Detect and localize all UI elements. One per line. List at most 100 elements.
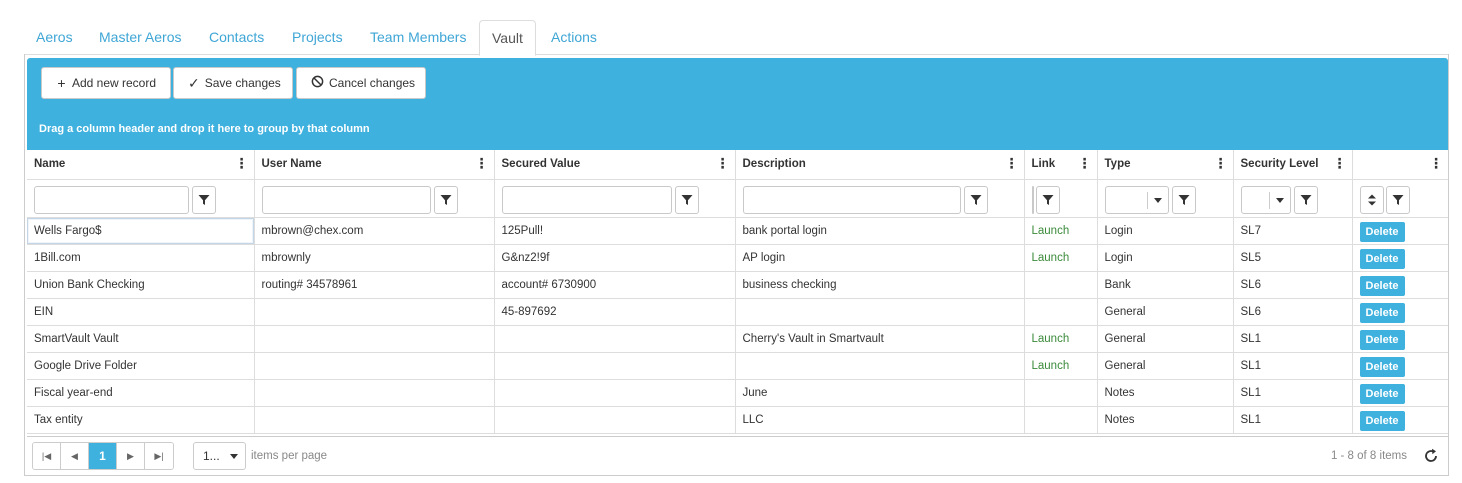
cell-description[interactable] [735,352,1025,380]
delete-button[interactable]: Delete [1359,275,1405,296]
cell-security-level[interactable]: SL1 [1233,379,1353,407]
filter-icon[interactable] [1385,185,1410,214]
tab-master-aeros[interactable]: Master Aeros [87,20,193,55]
tab-contacts[interactable]: Contacts [197,20,276,55]
column-header-type[interactable]: Type ⋮ [1097,150,1234,180]
cell-description[interactable]: bank portal login [735,217,1025,245]
cell-user-name[interactable] [254,298,495,326]
cell-secured-value[interactable] [494,325,736,353]
page-number-current[interactable]: 1 [89,443,117,469]
save-changes-button[interactable]: ✓ Save changes [173,67,293,99]
cell-user-name[interactable]: mbrownly [254,244,495,272]
column-header-actions[interactable]: ⋮ [1352,150,1448,180]
filter-icon[interactable] [1171,185,1196,214]
table-row[interactable]: Fiscal year-end June Notes SL1 Delete [27,379,1448,407]
cell-secured-value[interactable]: account# 6730900 [494,271,736,299]
cell-user-name[interactable] [254,352,495,380]
delete-button[interactable]: Delete [1359,356,1405,377]
cell-name[interactable]: Wells Fargo$ [27,217,255,245]
page-size-select[interactable]: 1... [193,442,246,470]
cell-name[interactable]: Fiscal year-end [27,379,255,407]
table-row[interactable]: 1Bill.com mbrownly G&nz2!9f AP login Launch L… [27,244,1448,272]
launch-link[interactable]: Launch [1032,225,1070,237]
delete-button[interactable]: Delete [1359,221,1405,242]
tab-actions[interactable]: Actions [539,20,609,55]
previous-page-icon[interactable]: ◀ [61,443,89,469]
cell-description[interactable]: LLC [735,406,1025,434]
cell-secured-value[interactable]: 125Pull! [494,217,736,245]
cell-security-level[interactable]: SL1 [1233,352,1353,380]
cell-security-level[interactable]: SL7 [1233,217,1353,245]
cell-secured-value[interactable]: G&nz2!9f [494,244,736,272]
cell-secured-value[interactable] [494,352,736,380]
link-filter-input[interactable] [1031,185,1034,214]
delete-button[interactable]: Delete [1359,248,1405,269]
cell-name[interactable]: SmartVault Vault [27,325,255,353]
column-menu-icon[interactable]: ⋮ [1005,156,1019,170]
delete-button[interactable]: Delete [1359,383,1405,404]
security-level-filter-select[interactable] [1240,185,1291,214]
column-header-secured-value[interactable]: Secured Value ⋮ [494,150,736,180]
column-menu-icon[interactable]: ⋮ [716,156,730,170]
filter-icon[interactable] [1035,185,1060,214]
launch-link[interactable]: Launch [1032,252,1070,264]
column-header-name[interactable]: Name ⋮ [27,150,255,180]
cell-name[interactable]: 1Bill.com [27,244,255,272]
user-name-filter-input[interactable] [261,185,431,214]
column-menu-icon[interactable]: ⋮ [1078,156,1092,170]
refresh-icon[interactable] [1422,447,1440,465]
launch-link[interactable]: Launch [1032,333,1070,345]
cell-type[interactable]: General [1097,352,1234,380]
cancel-changes-button[interactable]: Cancel changes [296,67,426,99]
filter-icon[interactable] [963,185,988,214]
cell-type[interactable]: Login [1097,217,1234,245]
cell-security-level[interactable]: SL1 [1233,325,1353,353]
column-menu-icon[interactable]: ⋮ [475,156,489,170]
table-row[interactable]: Tax entity LLC Notes SL1 Delete [27,406,1448,434]
first-page-icon[interactable]: |◀ [33,443,61,469]
cell-secured-value[interactable] [494,406,736,434]
column-header-security-level[interactable]: Security Level ⋮ [1233,150,1353,180]
column-header-link[interactable]: Link ⋮ [1024,150,1098,180]
last-page-icon[interactable]: ▶| [145,443,173,469]
tab-aeros[interactable]: Aeros [24,20,85,55]
cell-type[interactable]: Login [1097,244,1234,272]
cell-description[interactable] [735,298,1025,326]
tab-projects[interactable]: Projects [280,20,355,55]
cell-type[interactable]: General [1097,325,1234,353]
table-row[interactable]: Wells Fargo$ mbrown@chex.com 125Pull! bank … [27,217,1448,245]
cell-type[interactable]: Notes [1097,379,1234,407]
delete-button[interactable]: Delete [1359,329,1405,350]
delete-button[interactable]: Delete [1359,302,1405,323]
tab-team-members[interactable]: Team Members [358,20,478,55]
description-filter-input[interactable] [742,185,961,214]
cell-user-name[interactable] [254,406,495,434]
cell-description[interactable]: AP login [735,244,1025,272]
cell-type[interactable]: General [1097,298,1234,326]
filter-icon[interactable] [192,185,216,214]
column-menu-icon[interactable]: ⋮ [1214,156,1228,170]
next-page-icon[interactable]: ▶ [117,443,145,469]
add-new-record-button[interactable]: + Add new record [41,67,171,99]
cell-description[interactable]: business checking [735,271,1025,299]
filter-icon[interactable] [433,185,458,214]
filter-icon[interactable] [1293,185,1318,214]
column-header-user-name[interactable]: User Name ⋮ [254,150,495,180]
cell-user-name[interactable]: mbrown@chex.com [254,217,495,245]
cell-secured-value[interactable]: 45-897692 [494,298,736,326]
table-row[interactable]: SmartVault Vault Cherry's Vault in Smartv… [27,325,1448,353]
cell-name[interactable]: EIN [27,298,255,326]
cell-user-name[interactable] [254,379,495,407]
cell-type[interactable]: Bank [1097,271,1234,299]
table-row[interactable]: EIN 45-897692 General SL6 Delete [27,298,1448,326]
group-drop-zone[interactable]: Drag a column header and drop it here to… [27,109,1448,150]
cell-description[interactable]: Cherry's Vault in Smartvault [735,325,1025,353]
column-menu-icon[interactable]: ⋮ [235,156,249,170]
cell-description[interactable]: June [735,379,1025,407]
cell-secured-value[interactable] [494,379,736,407]
filter-icon[interactable] [674,185,699,214]
table-row[interactable]: Google Drive Folder Launch General SL1 Delet… [27,352,1448,380]
tab-vault[interactable]: Vault [479,20,536,56]
column-header-description[interactable]: Description ⋮ [735,150,1025,180]
cell-user-name[interactable]: routing# 34578961 [254,271,495,299]
